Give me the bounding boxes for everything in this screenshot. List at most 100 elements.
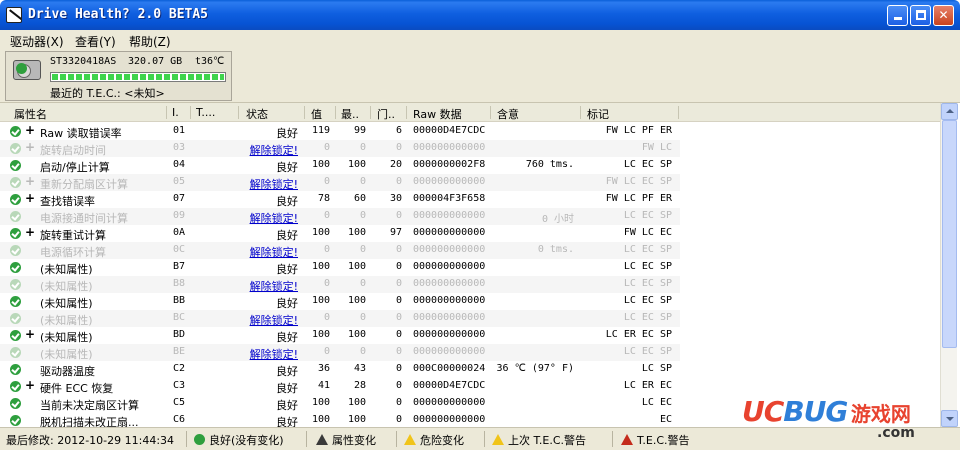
attr-id: 03 [173,142,186,153]
column-header-id[interactable]: I. [172,106,190,119]
menu-bar: 驱动器(X) 查看(Y) 帮助(Z) [0,30,960,50]
table-row[interactable]: + 硬件 ECC 恢复 C3 良好 41 28 0 00000D4E7CDC LC ER EC [0,378,680,395]
attr-status[interactable]: 解除锁定! [236,176,298,192]
attr-name: 重新分配扇区计算 [40,178,128,191]
column-header-flags[interactable]: 标记 [587,106,647,122]
menu-view[interactable]: 查看(Y) [75,33,116,50]
close-button[interactable]: ✕ [933,5,954,26]
attr-worst: 100 [347,295,366,306]
expand-plus-icon[interactable]: + [25,140,35,154]
attr-status[interactable]: 解除锁定! [236,346,298,362]
column-header-value[interactable]: 值 [311,106,335,122]
table-row[interactable]: (未知属性) B7 良好 100 100 0 000000000000 LC EC SP [0,259,680,276]
column-header-worst[interactable]: 最.. [341,106,367,122]
minimize-button[interactable] [887,5,908,26]
attr-id: C2 [173,363,186,374]
attr-worst: 28 [353,380,366,391]
attr-value: 100 [311,295,330,306]
attr-name: (未知属性) [40,348,93,361]
scroll-down-button[interactable] [941,410,958,427]
attr-id: BB [173,295,186,306]
attr-value: 0 [323,312,330,323]
attr-threshold: 0 [395,380,402,391]
attr-flags: LC EC SP [623,261,672,272]
attr-name: (未知属性) [40,331,93,344]
attr-status[interactable]: 解除锁定! [236,142,298,158]
table-row[interactable]: (未知属性) BB 良好 100 100 0 000000000000 LC EC SP [0,293,680,310]
attr-worst: 43 [353,363,366,374]
attr-name: 启动/停止计算 [40,161,110,174]
attr-name: Raw 读取错误率 [40,127,122,140]
attr-status: 良好 [276,127,298,140]
column-header-status[interactable]: 状态 [246,106,302,122]
table-row[interactable]: (未知属性) BC 解除锁定! 0 0 0 000000000000 LC EC SP [0,310,680,327]
table-row[interactable]: 启动/停止计算 04 良好 100 100 20 0000000002F8 760 tms. L… [0,157,680,174]
attr-status[interactable]: 解除锁定! [236,312,298,328]
column-header-meaning[interactable]: 含意 [497,106,567,122]
expand-plus-icon[interactable]: + [25,174,35,188]
window-title: Drive Health? 2.0 BETA5 [28,7,209,22]
table-row[interactable]: + 查找错误率 07 良好 78 60 30 000004F3F658 FW LC PF ER [0,191,680,208]
attr-raw: 000000000000 [413,295,486,306]
attr-name: 旋转启动时间 [40,144,106,157]
legend-tec-warning-label: T.E.C.警告 [637,434,690,447]
attr-raw: 000000000000 [413,210,486,221]
attr-name: 当前未决定扇区计算 [40,399,139,412]
attr-worst: 60 [353,193,366,204]
expand-plus-icon[interactable]: + [25,225,35,239]
table-row[interactable]: + 重新分配扇区计算 05 解除锁定! 0 0 0 000000000000 FW LC EC … [0,174,680,191]
table-row[interactable]: 脱机扫描未改正扇... C6 良好 100 100 0 000000000000 EC [0,412,680,427]
app-icon[interactable] [6,7,22,23]
drive-panel[interactable]: ST3320418AS 320.07 GB t36℃ 最近的 T.E.C.: <… [5,51,232,101]
attr-name: 查找错误率 [40,195,95,208]
table-row[interactable]: (未知属性) BE 解除锁定! 0 0 0 000000000000 LC EC SP [0,344,680,361]
attr-id: BD [173,329,186,340]
attr-status[interactable]: 解除锁定! [236,278,298,294]
column-header-threshold[interactable]: 门.. [377,106,403,122]
column-header-type[interactable]: T.... [196,106,236,119]
attr-raw: 000000000000 [413,414,486,425]
attr-name: 驱动器温度 [40,365,95,378]
scroll-thumb[interactable] [942,120,957,348]
warning-triangle-icon [621,434,633,445]
attr-name: (未知属性) [40,263,93,276]
attr-flags: FW LC EC SP [605,176,672,187]
table-row[interactable]: 驱动器温度 C2 良好 36 43 0 000C00000024 36 ℃ (97° F) LC… [0,361,680,378]
toolbar: ST3320418AS 320.07 GB t36℃ 最近的 T.E.C.: <… [0,50,960,103]
expand-plus-icon[interactable]: + [25,327,35,341]
table-row[interactable]: 电源接通时间计算 09 解除锁定! 0 0 0 000000000000 0 小时 LC EC … [0,208,680,225]
column-header-name[interactable]: 属性名 [14,106,164,122]
menu-drive[interactable]: 驱动器(X) [10,33,64,50]
attr-raw: 000004F3F658 [413,193,486,204]
attr-status: 良好 [276,382,298,395]
attr-id: 05 [173,176,186,187]
column-header-raw[interactable]: Raw 数据 [413,106,483,122]
expand-plus-icon[interactable]: + [25,378,35,392]
check-circle-icon [10,228,21,239]
check-circle-icon [10,347,21,358]
attr-status[interactable]: 解除锁定! [236,210,298,226]
table-row[interactable]: (未知属性) B8 解除锁定! 0 0 0 000000000000 LC EC SP [0,276,680,293]
health-bar [50,72,226,82]
attr-name: 脱机扫描未改正扇... [40,416,139,427]
attr-status: 良好 [276,331,298,344]
maximize-button[interactable] [910,5,931,26]
expand-plus-icon[interactable]: + [25,191,35,205]
expand-plus-icon[interactable]: + [25,123,35,137]
check-circle-icon [10,415,21,426]
warning-triangle-icon [492,434,504,445]
legend-attribute-change: 属性变化 [316,432,376,448]
scroll-up-button[interactable] [941,103,958,120]
table-row[interactable]: + 旋转重试计算 0A 良好 100 100 97 000000000000 FW LC EC [0,225,680,242]
table-row[interactable]: 电源循环计算 0C 解除锁定! 0 0 0 000000000000 0 tms. LC EC … [0,242,680,259]
attr-threshold: 0 [395,176,402,187]
table-row[interactable]: + 旋转启动时间 03 解除锁定! 0 0 0 000000000000 FW LC [0,140,680,157]
table-row[interactable]: + (未知属性) BD 良好 100 100 0 000000000000 LC ER EC S… [0,327,680,344]
attr-status[interactable]: 解除锁定! [236,244,298,260]
attr-flags: LC SP [641,363,672,374]
table-row[interactable]: + Raw 读取错误率 01 良好 119 99 6 00000D4E7CDC FW LC PF… [0,123,680,140]
vertical-scrollbar[interactable] [940,103,958,427]
table-row[interactable]: 当前未决定扇区计算 C5 良好 100 100 0 000000000000 LC EC [0,395,680,412]
attr-meaning: 0 小时 [541,214,574,225]
menu-help[interactable]: 帮助(Z) [129,33,171,50]
